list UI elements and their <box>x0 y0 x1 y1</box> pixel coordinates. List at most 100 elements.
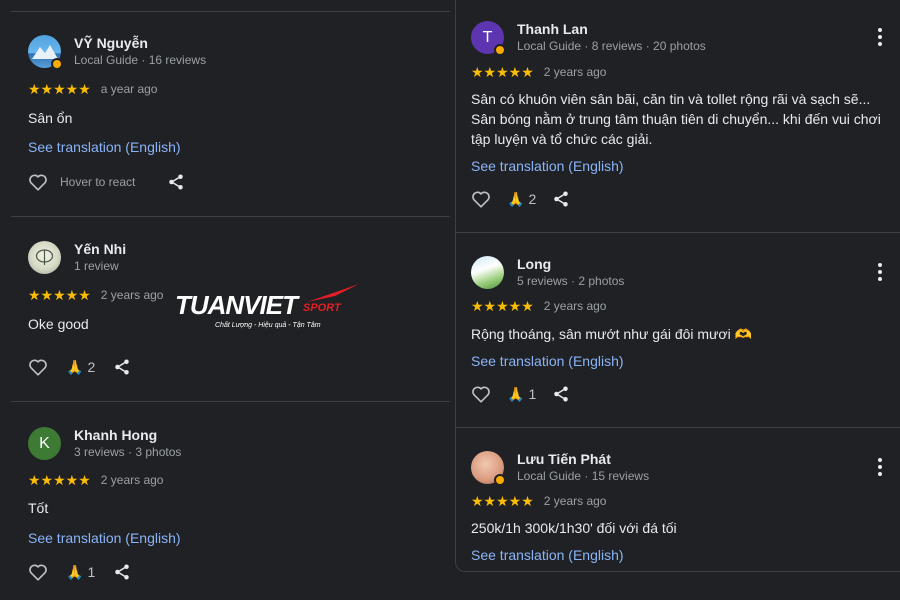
more-options-icon[interactable] <box>876 458 884 476</box>
reaction-count: 2 <box>528 191 537 207</box>
hover-to-react-label: Hover to react <box>60 175 136 189</box>
reviewer-name[interactable]: Thanh Lan <box>517 21 706 38</box>
review-actions: 🙏 1 <box>471 385 570 403</box>
star-rating: ★★★★★ <box>28 287 91 303</box>
reviewer-meta: Local Guide · 8 reviews · 20 photos <box>517 39 706 53</box>
logo-tagline: Chất Lượng - Hiệu quả - Tận Tâm <box>215 322 321 329</box>
star-rating: ★★★★★ <box>28 472 91 488</box>
reviewer-name[interactable]: Lưu Tiến Phát <box>517 451 649 468</box>
review-date: 2 years ago <box>100 473 164 487</box>
pray-reaction-icon: 🙏 <box>66 358 84 375</box>
star-rating: ★★★★★ <box>471 298 534 314</box>
reviewer-meta: 3 reviews · 3 photos <box>74 445 182 459</box>
reviewer-name[interactable]: Khanh Hong <box>74 427 181 444</box>
review-header[interactable]: Lưu Tiến Phát Local Guide · 15 reviews <box>471 451 650 486</box>
avatar[interactable] <box>471 451 506 486</box>
heart-icon[interactable] <box>471 190 491 208</box>
reaction-count-button[interactable]: 🙏 2 <box>507 191 536 208</box>
star-rating: ★★★★★ <box>471 493 534 509</box>
tuanviet-sport-logo: TUANVIET SPORT Chất Lượng - Hiệu quả - T… <box>175 282 365 332</box>
see-translation-link[interactable]: See translation (English) <box>28 530 181 546</box>
review-date: 2 years ago <box>100 288 164 302</box>
heart-icon <box>29 174 47 191</box>
local-guide-badge-icon <box>494 474 506 486</box>
review-header[interactable]: T Thanh Lan Local Guide · 8 reviews · 20… <box>471 21 706 56</box>
reaction-count-button[interactable]: 🙏 2 <box>66 359 95 376</box>
review-text: Oke good <box>28 316 89 332</box>
review-date: 2 years ago <box>543 494 607 508</box>
avatar[interactable]: T <box>471 21 506 56</box>
rating-row: ★★★★★ 2 years ago <box>28 288 163 302</box>
review-text: 250k/1h 300k/1h30' đối với đá tối <box>471 520 677 536</box>
reviewer-meta: Local Guide · 15 reviews <box>517 469 650 483</box>
see-translation-link[interactable]: See translation (English) <box>28 139 181 155</box>
reaction-count: 1 <box>87 564 96 580</box>
heart-icon[interactable] <box>471 385 491 403</box>
reviews-right-panel: T Thanh Lan Local Guide · 8 reviews · 20… <box>455 0 900 572</box>
see-translation-link[interactable]: See translation (English) <box>471 353 624 369</box>
avatar[interactable]: K <box>28 427 61 460</box>
reaction-count-button[interactable]: 🙏 1 <box>507 386 536 403</box>
star-rating: ★★★★★ <box>471 64 534 80</box>
heart-icon[interactable] <box>28 563 48 581</box>
divider <box>11 216 450 217</box>
more-options-icon[interactable] <box>876 263 884 281</box>
review-actions: 🙏 2 <box>28 358 131 376</box>
pray-reaction-icon: 🙏 <box>507 190 525 207</box>
local-guide-badge-icon <box>51 58 63 70</box>
see-translation-link[interactable]: See translation (English) <box>471 158 624 174</box>
divider <box>456 232 900 233</box>
rating-row: ★★★★★ 2 years ago <box>471 494 606 508</box>
see-translation-link[interactable]: See translation (English) <box>471 547 624 563</box>
avatar[interactable] <box>28 241 61 274</box>
review-header[interactable]: K Khanh Hong 3 reviews · 3 photos <box>28 427 181 460</box>
reviewer-name[interactable]: VỸ Nguyễn <box>74 35 206 52</box>
divider <box>456 427 900 428</box>
review-header[interactable]: Long 5 reviews · 2 photos <box>471 256 624 289</box>
reaction-count: 1 <box>528 386 537 402</box>
review-date: 2 years ago <box>543 299 607 313</box>
avatar-letter: K <box>39 434 50 452</box>
share-icon[interactable] <box>552 385 570 403</box>
pray-reaction-icon: 🙏 <box>507 385 525 402</box>
like-button[interactable]: Hover to react <box>28 173 135 191</box>
pray-reaction-icon: 🙏 <box>66 563 84 580</box>
reaction-count: 2 <box>87 359 96 375</box>
share-icon[interactable] <box>113 358 131 376</box>
reaction-count-button[interactable]: 🙏 1 <box>66 564 95 581</box>
avatar[interactable] <box>28 35 63 70</box>
divider <box>11 11 450 12</box>
review-text: Sân có khuôn viên sân bãi, căn tin và to… <box>471 91 881 147</box>
avatar[interactable] <box>471 256 504 289</box>
reviewer-meta: 5 reviews · 2 photos <box>517 274 625 288</box>
review-text: Tốt <box>28 500 49 516</box>
logo-swoosh-icon <box>307 284 359 302</box>
review-date: a year ago <box>100 82 158 96</box>
share-icon[interactable] <box>113 563 131 581</box>
heart-icon[interactable] <box>28 358 48 376</box>
review-header[interactable]: Yến Nhi 1 review <box>28 241 126 274</box>
review-text: Rộng thoáng, sân mướt như gái đôi mươi 🫶 <box>471 326 753 342</box>
review-date: 2 years ago <box>543 65 607 79</box>
review-actions: 🙏 1 <box>28 563 131 581</box>
star-rating: ★★★★★ <box>28 81 91 97</box>
share-icon[interactable] <box>167 173 185 191</box>
share-icon[interactable] <box>552 190 570 208</box>
rating-row: ★★★★★ 2 years ago <box>471 65 606 79</box>
more-options-icon[interactable] <box>876 28 884 46</box>
avatar-letter: T <box>482 28 493 46</box>
reviewer-name[interactable]: Long <box>517 256 624 273</box>
reviewer-meta: Local Guide · 16 reviews <box>74 53 207 67</box>
rating-row: ★★★★★ a year ago <box>28 82 157 96</box>
review-actions: Hover to react <box>28 173 185 191</box>
local-guide-badge-icon <box>494 44 506 56</box>
divider <box>11 401 450 402</box>
review-header[interactable]: VỸ Nguyễn Local Guide · 16 reviews <box>28 35 207 70</box>
review-text: Sân ổn <box>28 110 73 126</box>
reviewer-name[interactable]: Yến Nhi <box>74 241 126 258</box>
review-actions: 🙏 2 <box>471 190 570 208</box>
rating-row: ★★★★★ 2 years ago <box>28 473 163 487</box>
reviewer-meta: 1 review <box>74 259 119 273</box>
rating-row: ★★★★★ 2 years ago <box>471 299 606 313</box>
logo-brand: TUANVIET <box>175 290 298 320</box>
